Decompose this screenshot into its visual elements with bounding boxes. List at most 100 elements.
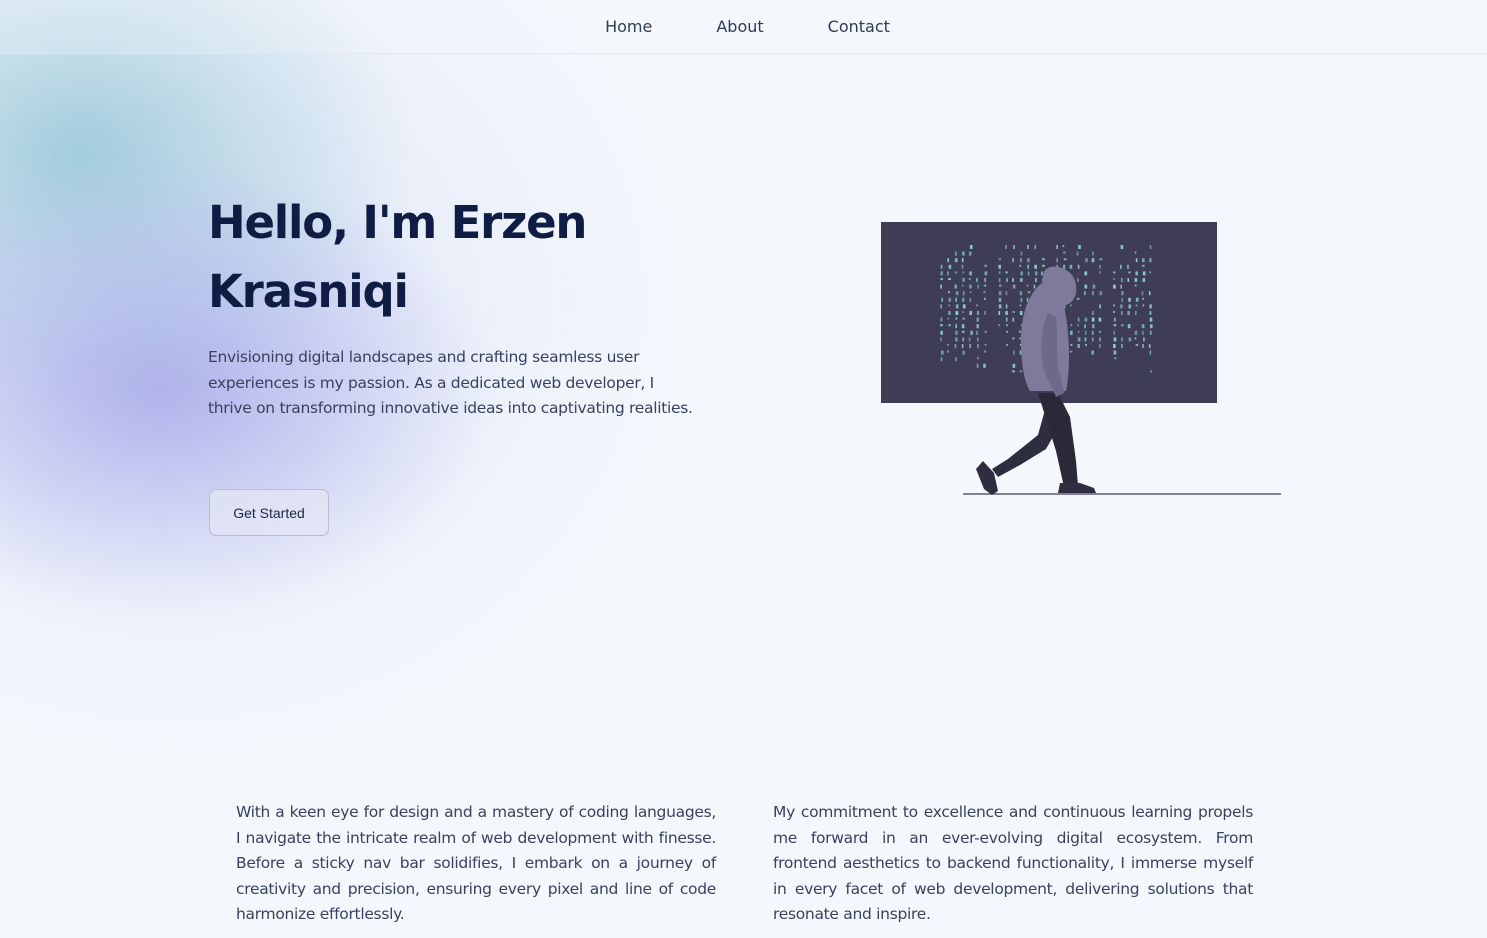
code-glyph bbox=[1149, 245, 1152, 249]
code-glyph bbox=[1135, 258, 1138, 263]
code-glyph bbox=[1013, 245, 1015, 249]
code-glyph bbox=[998, 291, 1002, 296]
code-glyph bbox=[947, 344, 949, 346]
code-glyph bbox=[1099, 264, 1101, 269]
code-glyph bbox=[1085, 344, 1087, 346]
code-glyph bbox=[1149, 258, 1152, 263]
code-glyph bbox=[983, 284, 987, 287]
code-glyph bbox=[961, 264, 964, 269]
code-glyph bbox=[948, 264, 952, 269]
code-glyph bbox=[1121, 297, 1123, 302]
code-glyph bbox=[1020, 271, 1023, 276]
code-glyph bbox=[1019, 337, 1021, 340]
code-glyph bbox=[1127, 278, 1130, 282]
code-glyph bbox=[1142, 278, 1146, 282]
code-glyph bbox=[948, 291, 950, 294]
code-glyph bbox=[1027, 271, 1030, 276]
code-glyph bbox=[1149, 330, 1152, 335]
code-glyph bbox=[962, 350, 965, 355]
code-glyph bbox=[976, 317, 980, 322]
code-glyph bbox=[1012, 258, 1014, 263]
code-glyph bbox=[969, 284, 972, 289]
code-glyph bbox=[984, 330, 988, 333]
code-glyph bbox=[961, 284, 964, 287]
code-glyph bbox=[1150, 324, 1153, 329]
code-glyph bbox=[1098, 317, 1102, 322]
code-glyph bbox=[1134, 330, 1138, 335]
top-navbar: Home About Contact bbox=[0, 0, 1487, 54]
code-glyph bbox=[1142, 297, 1144, 300]
code-glyph bbox=[998, 258, 1002, 261]
code-glyph bbox=[977, 311, 979, 315]
code-glyph bbox=[962, 330, 965, 333]
code-glyph bbox=[1120, 284, 1122, 289]
nav-link-home[interactable]: Home bbox=[605, 17, 652, 36]
code-glyph bbox=[1113, 337, 1117, 342]
code-glyph bbox=[955, 337, 958, 342]
code-glyph bbox=[1134, 284, 1137, 287]
code-glyph bbox=[962, 251, 965, 256]
code-glyph bbox=[1134, 278, 1138, 282]
code-glyph bbox=[962, 337, 965, 342]
code-glyph bbox=[1099, 330, 1101, 333]
code-glyph bbox=[1013, 350, 1015, 355]
get-started-button[interactable]: Get Started bbox=[209, 489, 329, 536]
code-glyph bbox=[970, 330, 973, 335]
code-glyph bbox=[1121, 337, 1123, 342]
code-glyph bbox=[1070, 330, 1073, 335]
code-glyph bbox=[954, 258, 958, 263]
code-glyph bbox=[1027, 245, 1029, 249]
code-glyph bbox=[1012, 278, 1014, 282]
code-glyph bbox=[1076, 297, 1080, 300]
code-glyph bbox=[947, 271, 949, 276]
code-glyph bbox=[1149, 317, 1153, 322]
code-glyph bbox=[998, 297, 1002, 302]
code-glyph bbox=[1077, 278, 1079, 282]
about-paragraph-right: My commitment to excellence and continuo… bbox=[773, 803, 1253, 924]
code-glyph bbox=[976, 324, 979, 329]
code-glyph bbox=[1134, 251, 1137, 254]
code-glyph bbox=[1128, 297, 1131, 302]
code-glyph bbox=[962, 311, 964, 313]
code-glyph bbox=[998, 278, 1001, 282]
code-glyph bbox=[940, 278, 943, 280]
code-glyph bbox=[984, 350, 986, 353]
code-glyph bbox=[940, 304, 942, 309]
nav-link-contact[interactable]: Contact bbox=[828, 17, 890, 36]
code-glyph bbox=[969, 291, 972, 294]
code-glyph bbox=[955, 251, 957, 256]
code-glyph bbox=[1120, 324, 1124, 327]
code-glyph bbox=[940, 271, 943, 276]
code-glyph bbox=[955, 324, 957, 329]
code-glyph bbox=[1076, 251, 1079, 256]
code-glyph bbox=[948, 324, 951, 327]
code-glyph bbox=[998, 311, 1001, 315]
code-glyph bbox=[984, 344, 987, 346]
code-glyph bbox=[976, 330, 978, 335]
code-glyph bbox=[1019, 370, 1023, 373]
code-glyph bbox=[1077, 264, 1080, 269]
code-glyph bbox=[1070, 304, 1072, 307]
code-glyph bbox=[1027, 258, 1030, 263]
code-glyph bbox=[1121, 344, 1123, 348]
code-glyph bbox=[983, 291, 986, 294]
code-glyph bbox=[969, 271, 972, 276]
code-glyph bbox=[968, 251, 972, 256]
code-glyph bbox=[1012, 370, 1015, 373]
nav-link-about[interactable]: About bbox=[716, 17, 763, 36]
code-glyph bbox=[1113, 284, 1116, 289]
code-glyph bbox=[968, 337, 971, 342]
code-glyph bbox=[1019, 291, 1023, 296]
code-glyph bbox=[954, 271, 958, 274]
code-glyph bbox=[1019, 304, 1022, 307]
code-glyph bbox=[1135, 311, 1137, 315]
code-glyph bbox=[940, 330, 943, 335]
code-glyph bbox=[1098, 271, 1101, 274]
code-glyph bbox=[1135, 304, 1138, 307]
code-glyph bbox=[1142, 344, 1144, 348]
hero-description: Envisioning digital landscapes and craft… bbox=[208, 348, 693, 418]
code-glyph bbox=[1084, 337, 1087, 342]
code-glyph bbox=[1077, 317, 1080, 322]
code-glyph bbox=[1035, 278, 1037, 282]
hero-title: Hello, I'm Erzen Krasniqi bbox=[208, 196, 587, 318]
